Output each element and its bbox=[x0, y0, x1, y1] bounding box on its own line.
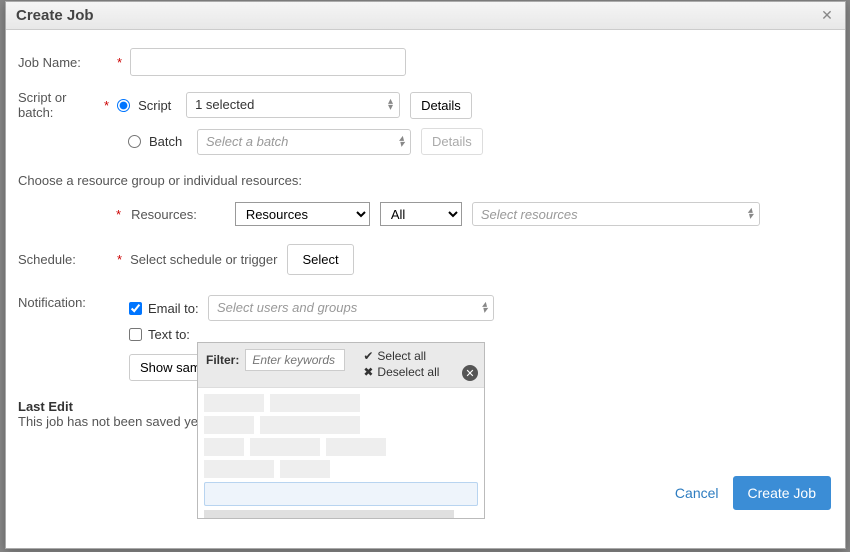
job-name-label: Job Name: bbox=[18, 55, 113, 70]
dialog-header: Create Job ✕ bbox=[6, 2, 845, 30]
dialog-footer: Cancel Create Job bbox=[675, 476, 831, 510]
email-to-checkbox[interactable] bbox=[129, 302, 142, 315]
email-to-placeholder: Select users and groups bbox=[217, 300, 357, 315]
resources-row: * Resources: Resources All Select resour… bbox=[116, 202, 833, 226]
create-job-button[interactable]: Create Job bbox=[733, 476, 831, 510]
check-icon: ✔ bbox=[363, 349, 373, 363]
close-dropdown-icon[interactable]: ✕ bbox=[462, 365, 478, 381]
script-details-button[interactable]: Details bbox=[410, 92, 472, 119]
updown-icon: ▴▾ bbox=[388, 99, 393, 111]
dropdown-header: Filter: ✔ Select all ✖ Deselect all ✕ bbox=[198, 343, 484, 388]
dropdown-list[interactable] bbox=[198, 388, 484, 518]
deselect-all-action[interactable]: ✖ Deselect all bbox=[363, 365, 439, 379]
list-item[interactable] bbox=[204, 416, 478, 434]
x-icon: ✖ bbox=[363, 365, 373, 379]
script-radio[interactable] bbox=[117, 99, 130, 112]
updown-icon: ▴▾ bbox=[482, 302, 487, 314]
script-row: Script or batch: * Script 1 selected ▴▾ … bbox=[18, 90, 833, 120]
updown-icon: ▴▾ bbox=[399, 136, 404, 148]
list-item[interactable] bbox=[204, 394, 478, 412]
script-or-batch-label: Script or batch: bbox=[18, 90, 100, 120]
select-all-action[interactable]: ✔ Select all bbox=[363, 349, 439, 363]
resource-scope-select[interactable]: All bbox=[380, 202, 462, 226]
updown-icon: ▴▾ bbox=[748, 208, 753, 220]
script-radio-label: Script bbox=[138, 98, 178, 113]
close-icon[interactable]: ✕ bbox=[819, 8, 835, 24]
batch-row: Batch Select a batch ▴▾ Details bbox=[128, 128, 833, 155]
resource-type-select[interactable]: Resources bbox=[235, 202, 370, 226]
required-asterisk: * bbox=[104, 98, 109, 113]
list-item[interactable] bbox=[204, 460, 478, 478]
select-all-label: Select all bbox=[377, 349, 426, 363]
select-resources-multiselect[interactable]: Select resources ▴▾ bbox=[472, 202, 760, 226]
deselect-all-label: Deselect all bbox=[377, 365, 439, 379]
email-dropdown-panel: Filter: ✔ Select all ✖ Deselect all ✕ bbox=[197, 342, 485, 519]
create-job-dialog: Create Job ✕ Job Name: * Script or batch… bbox=[5, 1, 846, 549]
dialog-title: Create Job bbox=[16, 7, 94, 24]
cancel-link[interactable]: Cancel bbox=[675, 485, 719, 501]
required-asterisk: * bbox=[116, 207, 121, 222]
select-resources-placeholder: Select resources bbox=[481, 207, 578, 222]
script-select[interactable]: 1 selected ▴▾ bbox=[186, 92, 400, 118]
list-item[interactable] bbox=[204, 510, 478, 518]
batch-select-placeholder: Select a batch bbox=[206, 134, 288, 149]
resources-label: Resources: bbox=[131, 207, 197, 222]
required-asterisk: * bbox=[117, 55, 122, 70]
batch-radio[interactable] bbox=[128, 135, 141, 148]
batch-details-button: Details bbox=[421, 128, 483, 155]
job-name-row: Job Name: * bbox=[18, 48, 833, 76]
schedule-text: Select schedule or trigger bbox=[130, 252, 277, 267]
job-name-input[interactable] bbox=[130, 48, 406, 76]
list-item[interactable] bbox=[204, 438, 478, 456]
notification-label: Notification: bbox=[18, 295, 113, 310]
email-to-row: Email to: Select users and groups ▴▾ bbox=[129, 295, 494, 321]
script-select-value: 1 selected bbox=[195, 97, 254, 112]
list-item[interactable] bbox=[204, 482, 478, 506]
notification-row: Notification: Email to: Select users and… bbox=[18, 295, 833, 348]
dialog-body: Job Name: * Script or batch: * Script 1 … bbox=[6, 30, 845, 520]
email-to-label: Email to: bbox=[148, 301, 208, 316]
text-to-row: Text to: bbox=[129, 327, 494, 342]
schedule-label: Schedule: bbox=[18, 252, 113, 267]
batch-select[interactable]: Select a batch ▴▾ bbox=[197, 129, 411, 155]
text-to-label: Text to: bbox=[148, 327, 208, 342]
required-asterisk: * bbox=[117, 252, 122, 267]
filter-input[interactable] bbox=[245, 349, 345, 371]
batch-radio-label: Batch bbox=[149, 134, 189, 149]
filter-label: Filter: bbox=[206, 353, 239, 367]
email-to-select[interactable]: Select users and groups ▴▾ bbox=[208, 295, 494, 321]
schedule-row: Schedule: * Select schedule or trigger S… bbox=[18, 244, 833, 275]
notification-options: Email to: Select users and groups ▴▾ Tex… bbox=[129, 295, 494, 348]
choose-resource-text: Choose a resource group or individual re… bbox=[18, 173, 833, 188]
text-to-checkbox[interactable] bbox=[129, 328, 142, 341]
selection-actions: ✔ Select all ✖ Deselect all bbox=[363, 349, 439, 381]
select-schedule-button[interactable]: Select bbox=[287, 244, 353, 275]
